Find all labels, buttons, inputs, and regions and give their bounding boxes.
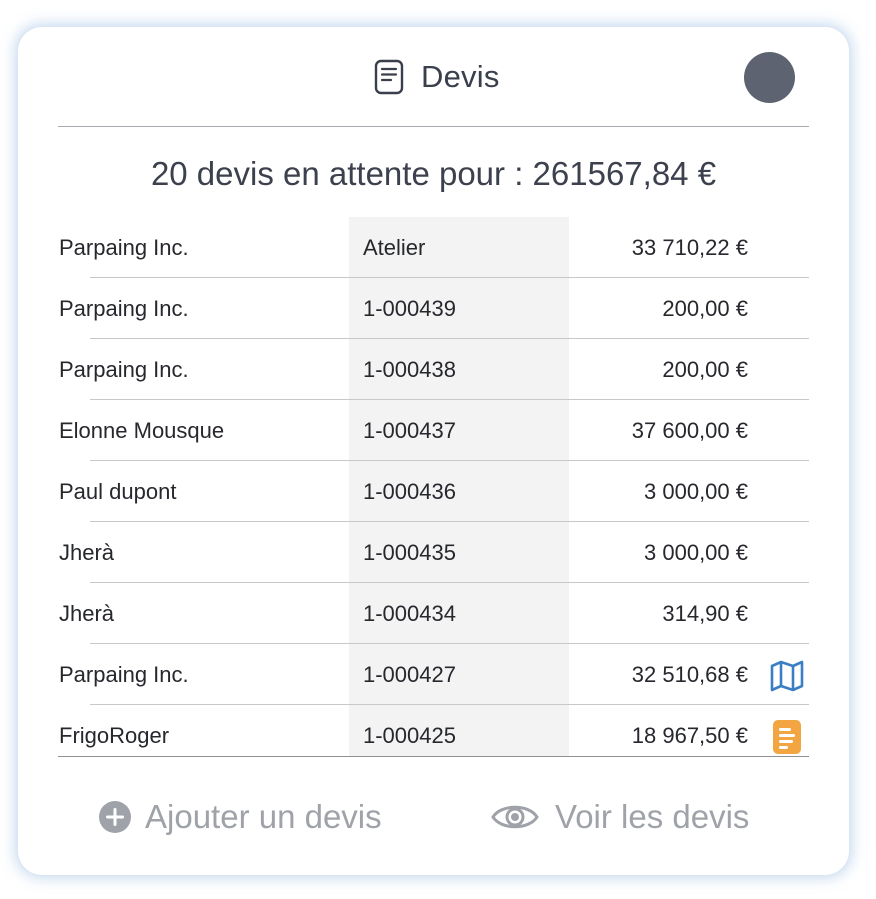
header-divider bbox=[58, 126, 809, 127]
row-amount: 200,00 € bbox=[662, 357, 748, 382]
table-row[interactable]: Parpaing Inc. 1-000427 32 510,68 € bbox=[58, 644, 809, 705]
plus-circle-icon bbox=[99, 801, 131, 833]
row-client-name: Elonne Mousque bbox=[59, 418, 225, 443]
row-amount: 33 710,22 € bbox=[631, 235, 748, 260]
row-client-name: Paul dupont bbox=[59, 479, 177, 504]
eye-icon bbox=[491, 805, 539, 829]
view-quotes-label: Voir les devis bbox=[555, 798, 750, 835]
table-row[interactable]: Parpaing Inc. 1-000438 200,00 € bbox=[58, 339, 809, 400]
document-icon bbox=[374, 59, 404, 95]
title-group: Devis bbox=[374, 59, 500, 95]
row-quote-number: 1-000427 bbox=[363, 662, 456, 687]
row-amount: 3 000,00 € bbox=[644, 479, 748, 504]
quotes-table: Parpaing Inc. Atelier 33 710,22 € Parpaing … bbox=[58, 217, 809, 757]
table-row[interactable]: Parpaing Inc. Atelier 33 710,22 € bbox=[58, 217, 809, 278]
row-quote-number: 1-000435 bbox=[363, 540, 456, 565]
card-footer: Ajouter un devis Voir les devis bbox=[18, 792, 849, 842]
row-amount: 314,90 € bbox=[662, 601, 748, 626]
row-amount: 32 510,68 € bbox=[631, 662, 748, 687]
row-amount: 200,00 € bbox=[662, 296, 748, 321]
row-quote-number: 1-000439 bbox=[363, 296, 456, 321]
row-quote-number: 1-000434 bbox=[363, 601, 456, 626]
row-quote-number: Atelier bbox=[363, 235, 426, 260]
quotes-card: Devis 20 devis en attente pour : 261567,… bbox=[18, 27, 849, 875]
row-quote-number: 1-000436 bbox=[363, 479, 456, 504]
card-title: Devis bbox=[421, 59, 500, 94]
row-quote-number: 1-000438 bbox=[363, 357, 456, 382]
row-amount: 3 000,00 € bbox=[644, 540, 748, 565]
row-client-name: Parpaing Inc. bbox=[59, 662, 189, 687]
row-client-name: Parpaing Inc. bbox=[59, 296, 189, 321]
row-client-name: Parpaing Inc. bbox=[59, 235, 189, 260]
pending-summary: 20 devis en attente pour : 261567,84 € bbox=[150, 155, 717, 192]
map-icon[interactable] bbox=[769, 658, 805, 694]
card-header: Devis bbox=[18, 27, 849, 127]
row-quote-number: 1-000437 bbox=[363, 418, 456, 443]
row-amount: 37 600,00 € bbox=[631, 418, 748, 443]
row-client-name: Jherà bbox=[59, 540, 115, 565]
row-client-name: Parpaing Inc. bbox=[59, 357, 189, 382]
table-row[interactable]: Jherà 1-000435 3 000,00 € bbox=[58, 522, 809, 583]
table-row[interactable]: Paul dupont 1-000436 3 000,00 € bbox=[58, 461, 809, 522]
table-row[interactable]: Jherà 1-000434 314,90 € bbox=[58, 583, 809, 644]
row-client-name: Jherà bbox=[59, 601, 115, 626]
add-quote-label: Ajouter un devis bbox=[145, 798, 382, 835]
note-icon[interactable] bbox=[769, 719, 805, 755]
add-quote-button[interactable]: Ajouter un devis bbox=[98, 792, 382, 842]
table-row[interactable]: Elonne Mousque 1-000437 37 600,00 € bbox=[58, 400, 809, 461]
table-row[interactable]: Parpaing Inc. 1-000439 200,00 € bbox=[58, 278, 809, 339]
table-bottom-divider bbox=[58, 756, 809, 757]
view-quotes-button[interactable]: Voir les devis bbox=[491, 792, 749, 842]
avatar[interactable] bbox=[744, 52, 795, 103]
